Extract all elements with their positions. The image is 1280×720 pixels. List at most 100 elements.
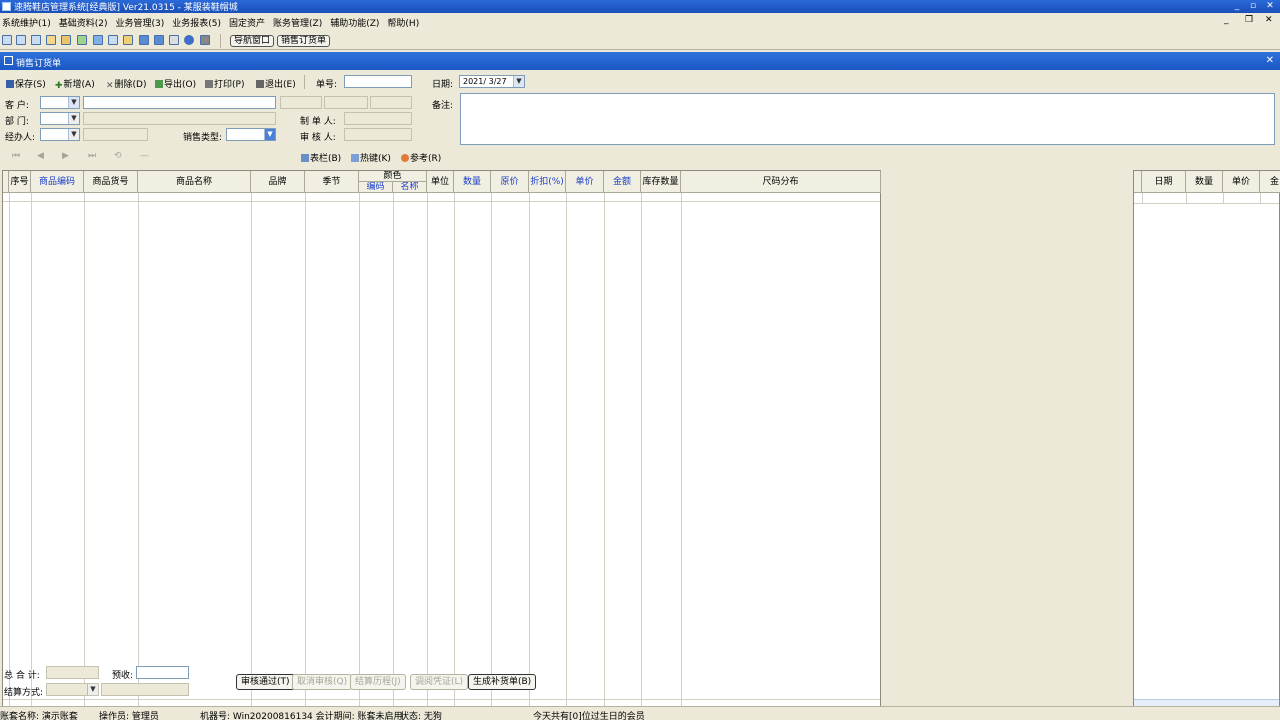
col-header-size-dist[interactable]: 尺码分布 [681,171,881,193]
undo-icon[interactable]: ⟲ [114,151,122,161]
col-header-color[interactable]: 颜色 [359,171,427,182]
generate-replenish-button[interactable]: 生成补货单(B) [468,674,537,690]
cancel-approve-button[interactable]: 取消审核(Q) [292,674,353,690]
reviewer-label: 审 核 人: [300,133,336,143]
toolbar-exit-icon[interactable] [200,35,210,45]
col-header-price[interactable]: 单价 [566,171,604,193]
app-title-bar: 速腾鞋店管理系统[经典版] Ver21.0315 - 某服装鞋帽城 _ ▫ ✕ [0,0,1280,13]
print-button[interactable]: 打印(P) [205,77,244,90]
toolbar-help-icon[interactable] [184,35,194,45]
col-header-unit[interactable]: 单位 [427,171,454,193]
dash-icon[interactable]: — [140,151,149,161]
menu-help[interactable]: 帮助(H) [387,16,419,29]
menu-auxiliary[interactable]: 辅助功能(Z) [330,16,379,29]
toolbar-grid-icon[interactable] [2,35,12,45]
toolbar-save-icon[interactable] [139,35,149,45]
exit-button[interactable]: 退出(E) [256,77,296,90]
export-button[interactable]: 导出(O) [155,77,196,90]
col-header-brand[interactable]: 品牌 [251,171,305,193]
first-record-icon[interactable]: ⏮ [12,151,20,161]
customer-select[interactable]: ▼ [40,96,80,109]
form-title: 销售订货单 [16,59,62,69]
col-header-discount[interactable]: 折扣(%) [529,171,566,193]
handler-select[interactable]: ▼ [40,128,80,141]
minimize-button[interactable]: _ [1230,0,1244,13]
toolbar-list-icon[interactable] [16,35,26,45]
col-header-stock[interactable]: 库存数量 [641,171,681,193]
reference-button[interactable]: 参考(R) [401,151,441,164]
handler-name-field [83,128,148,141]
side-col-header-amount[interactable]: 金 [1260,171,1280,193]
delete-icon: ✕ [106,81,114,91]
col-header-color-name[interactable]: 名称 [393,182,427,193]
form-close-button[interactable]: ✕ [1266,55,1274,66]
nav-window-button[interactable]: 导航窗口 [230,35,275,47]
status-bar: 账套名称: 演示账套 操作员: 管理员 机器号: Win20200816134 … [0,706,1280,720]
date-picker[interactable]: 2021/ 3/27 ▼ [459,75,525,88]
last-record-icon[interactable]: ⏭ [88,151,96,161]
app-icon [2,2,11,11]
close-button[interactable]: ✕ [1263,0,1277,13]
delete-button[interactable]: ✕删除(D) [106,77,147,91]
mdi-minimize-button[interactable]: _ [1224,15,1229,25]
col-header-color-code[interactable]: 编码 [359,182,393,193]
remarks-textarea[interactable] [460,93,1275,145]
menu-fixed-assets[interactable]: 固定资产 [229,16,265,29]
col-header-amount[interactable]: 金额 [604,171,641,193]
toolbar-users-icon[interactable] [93,35,103,45]
next-record-icon[interactable]: ▶ [62,151,69,161]
side-col-header-qty[interactable]: 数量 [1186,171,1223,193]
toolbar-copy-icon[interactable] [31,35,41,45]
keyboard-icon [351,154,359,162]
prev-record-icon[interactable]: ◀ [37,151,44,161]
printer-icon [205,80,213,88]
menu-basic-data[interactable]: 基础资料(2) [59,16,108,29]
chevron-down-icon: ▼ [87,684,98,695]
menu-accounting[interactable]: 账务管理(Z) [273,16,322,29]
mdi-restore-button[interactable]: ❐ [1245,15,1253,25]
col-header-orig-price[interactable]: 原价 [491,171,529,193]
settle-method-select[interactable]: ▼ [46,683,99,696]
menu-system[interactable]: 系统维护(1) [2,16,51,29]
menu-business[interactable]: 业务管理(3) [116,16,165,29]
menu-reports[interactable]: 业务报表(5) [172,16,221,29]
customer-info-field-3 [370,96,412,109]
sales-order-tab-button[interactable]: 销售订货单 [277,35,331,47]
prepaid-field[interactable] [136,666,189,679]
status-operator: 操作员: 管理员 [99,712,159,720]
order-no-field[interactable] [344,75,412,88]
customer-name-field[interactable] [83,96,276,109]
col-header-qty[interactable]: 数量 [454,171,491,193]
chevron-down-icon: ▼ [68,113,79,124]
department-name-field [83,112,276,125]
col-header-seq[interactable]: 序号 [9,171,31,193]
settle-history-button[interactable]: 结算历程(J) [350,674,406,690]
toolbar-print-icon[interactable] [169,35,179,45]
toolbar-document-icon[interactable] [108,35,118,45]
toolbar-refresh-icon[interactable] [77,35,87,45]
hotkey-button[interactable]: 热键(K) [351,151,391,164]
col-header-code[interactable]: 商品编码 [31,171,84,193]
items-grid[interactable]: 序号 商品编码 商品货号 商品名称 品牌 季节 颜色 编码 名称 单位 数量 原… [2,170,881,710]
toolbar-disk-icon[interactable] [154,35,164,45]
side-col-header-price[interactable]: 单价 [1223,171,1260,193]
toolbar-folder-icon[interactable] [46,35,56,45]
col-header-season[interactable]: 季节 [305,171,359,193]
col-header-sku[interactable]: 商品货号 [84,171,138,193]
department-select[interactable]: ▼ [40,112,80,125]
mdi-close-button[interactable]: ✕ [1265,15,1273,25]
date-value: 2021/ 3/27 [463,77,507,86]
approve-button[interactable]: 审核通过(T) [236,674,295,690]
side-col-header-date[interactable]: 日期 [1142,171,1186,193]
maximize-button[interactable]: ▫ [1246,0,1260,13]
save-button[interactable]: 保存(S) [6,77,46,90]
sales-type-select[interactable]: ▼ [226,128,276,141]
new-button[interactable]: ✚新增(A) [55,77,95,91]
col-header-name[interactable]: 商品名称 [138,171,251,193]
toolbar-goods-icon[interactable] [61,35,71,45]
toolbar-open-icon[interactable] [123,35,133,45]
columns-button[interactable]: 表栏(B) [301,151,341,164]
history-grid[interactable]: 日期 数量 单价 金 [1133,170,1280,710]
call-voucher-button[interactable]: 调阅凭证(L) [410,674,469,690]
menu-bar: 系统维护(1) 基础资料(2) 业务管理(3) 业务报表(5) 固定资产 账务管… [0,15,1280,29]
